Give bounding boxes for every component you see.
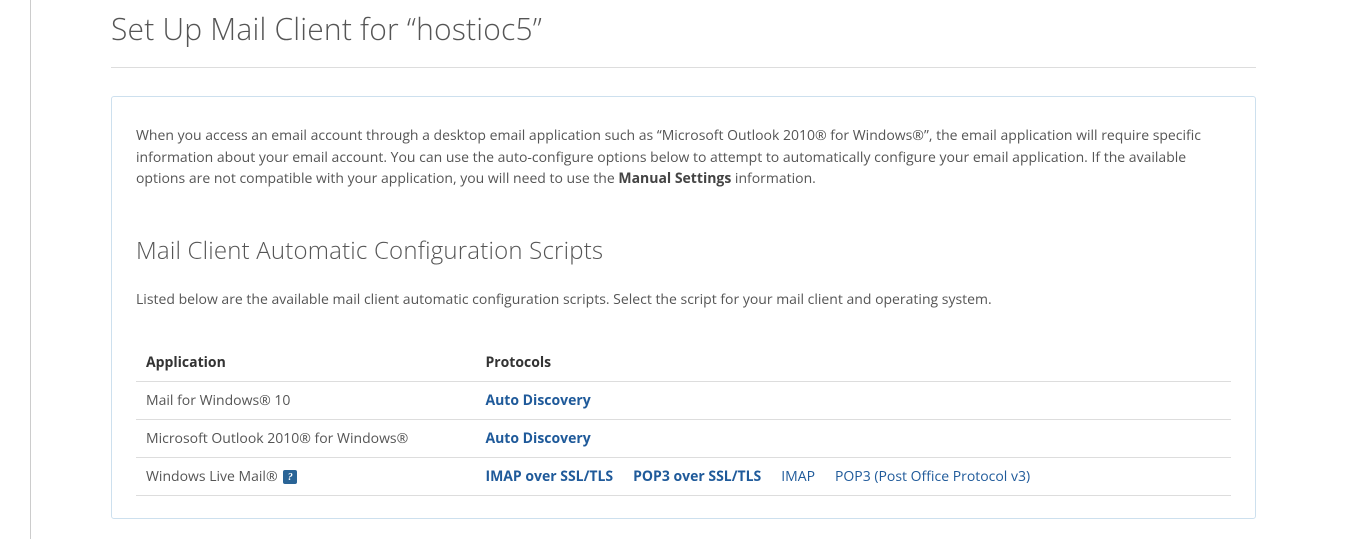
- protocol-link[interactable]: POP3 over SSL/TLS: [633, 467, 761, 486]
- page-title: Set Up Mail Client for “hostioc5”: [111, 0, 1256, 68]
- app-name: Microsoft Outlook 2010® for Windows®: [146, 429, 408, 448]
- app-cell: Microsoft Outlook 2010® for Windows®: [136, 420, 475, 458]
- th-application: Application: [136, 344, 475, 382]
- protocol-link[interactable]: Auto Discovery: [485, 429, 590, 448]
- app-name: Windows Live Mail®: [146, 467, 278, 486]
- help-icon[interactable]: ?: [283, 470, 297, 484]
- protocol-link[interactable]: Auto Discovery: [485, 391, 590, 410]
- app-cell: Mail for Windows® 10: [136, 382, 475, 420]
- protocols-cell: Auto Discovery: [475, 420, 1231, 458]
- main-panel: When you access an email account through…: [111, 96, 1256, 519]
- intro-strong: Manual Settings: [618, 169, 731, 188]
- table-row: Windows Live Mail® ? IMAP over SSL/TLS POP…: [136, 458, 1231, 496]
- th-protocols: Protocols: [475, 344, 1231, 382]
- intro-post: information.: [731, 169, 816, 188]
- app-name: Mail for Windows® 10: [146, 391, 290, 410]
- protocol-link[interactable]: IMAP over SSL/TLS: [485, 467, 613, 486]
- protocol-link[interactable]: POP3 (Post Office Protocol v3): [835, 467, 1030, 486]
- table-row: Microsoft Outlook 2010® for Windows® Auto…: [136, 420, 1231, 458]
- intro-text: When you access an email account through…: [136, 125, 1231, 190]
- protocol-link[interactable]: IMAP: [781, 467, 815, 486]
- protocols-cell: Auto Discovery: [475, 382, 1231, 420]
- section-title: Mail Client Automatic Configuration Scri…: [136, 234, 1231, 267]
- section-desc: Listed below are the available mail clie…: [136, 289, 1231, 310]
- app-cell: Windows Live Mail® ?: [136, 458, 475, 496]
- protocols-cell: IMAP over SSL/TLS POP3 over SSL/TLS IMAP PO…: [475, 458, 1231, 496]
- table-row: Mail for Windows® 10 Auto Discovery: [136, 382, 1231, 420]
- config-table: Application Protocols Mail for Windows® …: [136, 344, 1231, 496]
